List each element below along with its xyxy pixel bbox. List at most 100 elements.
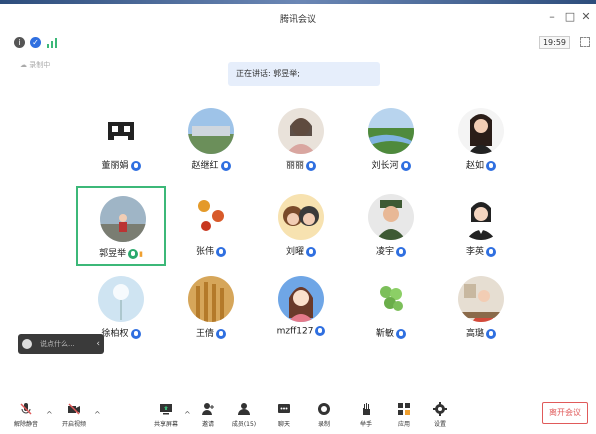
mic-icon [220,160,231,171]
participant-name: 郭昱举 ▮ [78,246,164,259]
portrait-desk-avatar[interactable] [458,276,504,322]
cartoon-girl-avatar[interactable] [278,276,324,322]
participant-name-text: 徐柏权 [101,329,129,339]
participant-name: 李英 [436,244,526,257]
mic-off-icon [20,403,32,415]
window-title: 腾讯会议 [279,15,316,25]
portrait-outdoor-avatar[interactable] [100,196,146,242]
chat-button[interactable]: 聊天 [264,402,304,428]
apps-label: 应用 [397,421,410,428]
chevron-left-icon[interactable]: ‹ [96,334,100,354]
participant-tile[interactable]: 高璐 [436,268,526,348]
mic-icon [315,326,326,336]
participant-name-text: 丽丽 [285,161,304,171]
pixel-character-avatar[interactable] [98,108,144,154]
info-icon[interactable]: i [14,37,25,48]
chat-box[interactable]: 说点什么... ‹ [18,334,104,354]
participant-name-text: 刘长河 [371,161,399,171]
unmute-button[interactable]: 解除静音 [6,402,46,428]
mic-icon [128,248,139,259]
participant-tile[interactable]: 刘长河 [346,100,436,180]
mic-icon [306,160,316,171]
share-screen-button[interactable]: 共享屏幕 [146,402,186,428]
mic-icon [486,160,496,171]
participant-name-text: 张伟 [195,247,214,257]
participant-name: 刘曜 [256,244,346,257]
meeting-window: 腾讯会议 – □ ✕ i ✓ 19:59 ☁ 录制中 正在讲话: 郭昱举; 董丽… [0,0,596,434]
participant-tile[interactable]: 李英 [436,186,526,266]
unmute-label: 解除静音 [13,421,38,428]
participant-tile[interactable]: 丽丽 [256,100,346,180]
chevron-up-icon[interactable]: ^ [46,410,53,419]
participant-name-text: 刘曜 [285,247,304,257]
participant-name-text: mzff127 [276,326,314,337]
participant-tile[interactable]: 郭昱举 ▮ [76,186,166,266]
mic-icon [396,246,406,257]
participant-name: 高璐 [436,326,526,339]
settings-label: 设置 [433,421,446,428]
start-video-label: 开启视频 [61,421,86,428]
participant-name: 董丽娟 [76,158,166,171]
start-video-button[interactable]: 开启视频 [54,402,94,428]
speaking-banner: 正在讲话: 郭昱举; [228,62,380,86]
participant-name: 赵如 [436,158,526,171]
raise-hand-button[interactable]: 举手 [346,402,386,428]
raise-hand-label: 举手 [359,421,372,428]
participant-tile[interactable]: 凌宇 [346,186,436,266]
bottom-toolbar: 解除静音 ^ 开启视频 ^ 共享屏幕 ^ 邀请 成员(15) 聊天 录制 举手 … [0,398,596,434]
portrait-uniform-avatar[interactable] [368,194,414,240]
close-button[interactable]: ✕ [578,10,594,23]
participant-name: 刘长河 [346,158,436,171]
mic-icon [216,246,226,257]
record-button[interactable]: 录制 [304,402,344,428]
portrait-woman-avatar[interactable] [278,108,324,154]
participant-name: 靳敏 [346,326,436,339]
recording-label: 录制中 [29,61,51,69]
signal-icon[interactable] [46,37,58,48]
hand-icon [363,403,370,415]
river-landscape-avatar[interactable] [368,108,414,154]
mic-icon [400,160,411,171]
mic-icon [216,328,226,339]
invite-button[interactable]: 邀请 [188,402,228,428]
mic-icon [130,328,141,339]
participant-tile[interactable]: 赵继红 [166,100,256,180]
apps-icon [398,403,410,415]
mic-icon [486,246,496,257]
participant-tile[interactable]: 张伟 [166,186,256,266]
settings-button[interactable]: 设置 [420,402,460,428]
minimize-button[interactable]: – [544,10,560,23]
landscape-avatar[interactable] [188,108,234,154]
wheat-avatar[interactable] [188,276,234,322]
cloud-icon: ☁ [20,61,27,69]
participant-name-text: 高璐 [465,329,484,339]
maximize-button[interactable]: □ [562,10,578,23]
record-label: 录制 [317,421,330,428]
shield-icon[interactable]: ✓ [30,37,41,48]
participant-name: 丽丽 [256,158,346,171]
participant-tile[interactable]: 刘曜 [256,186,346,266]
chat-icon [278,404,290,413]
members-button[interactable]: 成员(15) [224,402,264,428]
grapes-avatar[interactable] [368,276,414,322]
smile-icon[interactable] [22,339,32,349]
fullscreen-icon[interactable] [580,37,590,47]
invite-icon [202,403,214,415]
portrait-woman-dark-avatar[interactable] [458,108,504,154]
participant-tile[interactable]: 王倩 [166,268,256,348]
chat-placeholder[interactable]: 说点什么... [40,334,75,354]
dandelion-avatar[interactable] [98,276,144,322]
participant-tile[interactable]: 赵如 [436,100,526,180]
participant-name-text: 郭昱举 [99,249,127,259]
participant-tile[interactable]: 靳敏 [346,268,436,348]
cartoon-couple-avatar[interactable] [278,194,324,240]
portrait-woman-formal-avatar[interactable] [458,194,504,240]
leave-meeting-button[interactable]: 离开会议 [542,402,588,424]
chevron-up-icon[interactable]: ^ [94,410,101,419]
apps-button[interactable]: 应用 [384,402,424,428]
participant-tile[interactable]: 董丽娟 [76,100,166,180]
flowers-avatar[interactable] [188,194,234,240]
participant-tile[interactable]: mzff127 [256,268,346,348]
gear-icon [433,402,447,416]
participant-name-text: 董丽娟 [101,161,129,171]
